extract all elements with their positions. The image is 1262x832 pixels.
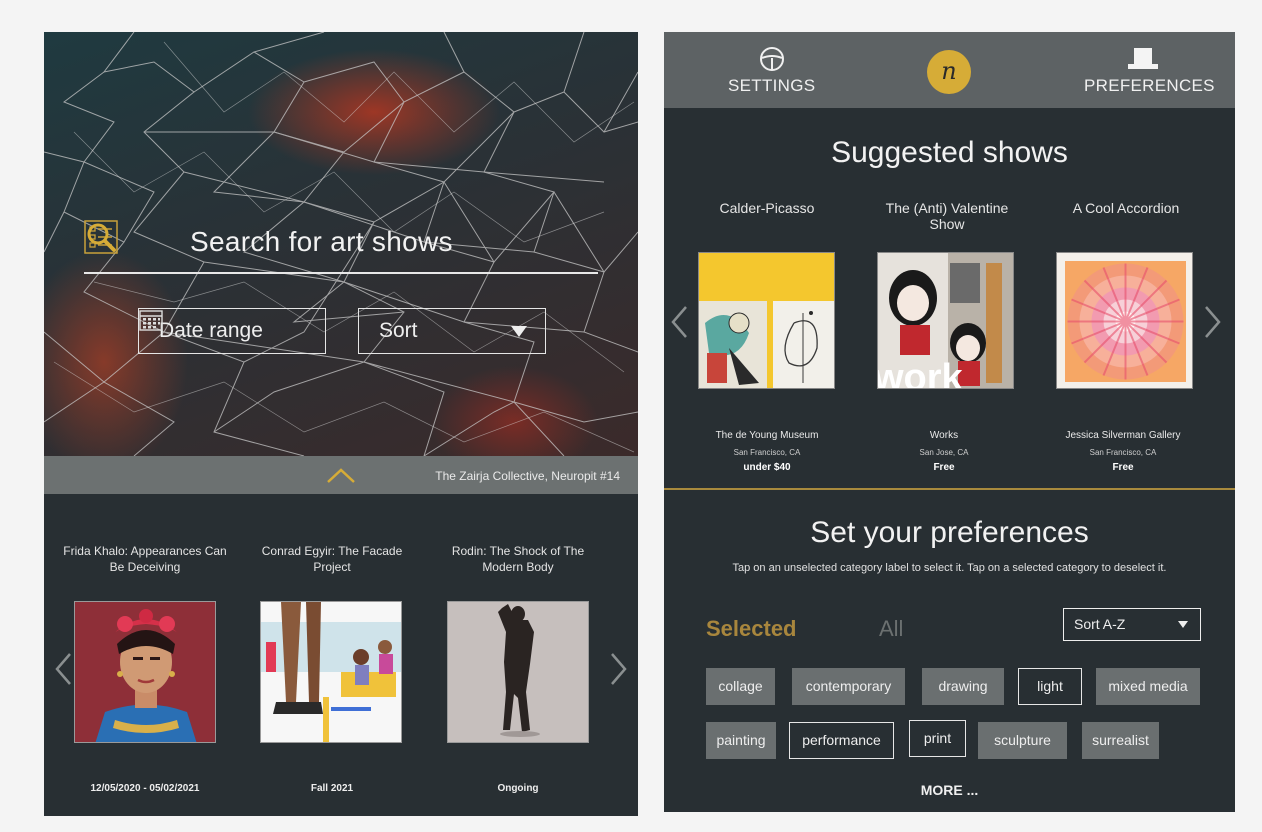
suggested-thumbnail-accordion[interactable]: [1056, 252, 1193, 389]
category-tag-painting[interactable]: painting: [706, 722, 776, 759]
price-label: Free: [1112, 462, 1134, 473]
calendar-icon: [139, 310, 163, 331]
category-tag-performance[interactable]: performance: [789, 722, 894, 759]
category-tag-drawing[interactable]: drawing: [922, 668, 1004, 705]
category-tag-contemporary[interactable]: contemporary: [792, 668, 905, 705]
category-tag-collage[interactable]: collage: [706, 668, 775, 705]
rodin-sculpture-image: [448, 602, 588, 742]
chevron-up-icon[interactable]: [326, 466, 356, 484]
show-thumbnail-rodin[interactable]: [447, 601, 589, 743]
venue-city: San Jose, CA: [919, 448, 969, 457]
venue-name: Jessica Silverman Gallery: [1065, 430, 1181, 441]
steering-wheel-icon[interactable]: [759, 46, 785, 72]
venue-city: San Francisco, CA: [733, 448, 801, 457]
chevron-left-icon[interactable]: [670, 305, 688, 339]
preferences-tab[interactable]: PREFERENCES: [1084, 76, 1215, 96]
hero-artwork: Search for art shows Date range Sort: [44, 32, 638, 456]
suggested-thumbnail-valentine[interactable]: work: [877, 252, 1014, 389]
chevron-left-icon[interactable]: [54, 652, 72, 686]
search-icon[interactable]: [84, 220, 118, 254]
chevron-right-icon[interactable]: [1204, 305, 1222, 339]
egyir-painting-image: [261, 602, 401, 742]
category-tag-sculpture[interactable]: sculpture: [978, 722, 1067, 759]
suggested-show-title[interactable]: The (Anti) Valentine Show: [872, 200, 1022, 232]
tab-all[interactable]: All: [879, 616, 903, 642]
anti-valentine-image: work: [878, 253, 1013, 389]
artwork-credit-bar: The Zairja Collective, Neuropit #14: [44, 456, 638, 494]
sort-az-dropdown[interactable]: Sort A-Z: [1063, 608, 1201, 641]
preferences-heading: Set your preferences: [810, 516, 1089, 549]
artwork-credit: The Zairja Collective, Neuropit #14: [435, 469, 620, 483]
search-screen: Search for art shows Date range Sort The…: [44, 32, 638, 816]
sort-dropdown[interactable]: Sort: [358, 308, 546, 354]
price-label: under $40: [743, 462, 791, 473]
caret-down-icon: [1178, 621, 1188, 628]
venue-city: San Francisco, CA: [1089, 448, 1157, 457]
show-title[interactable]: Frida Khalo: Appearances Can Be Deceivin…: [60, 543, 230, 575]
category-tag-light[interactable]: light: [1018, 668, 1082, 705]
suggested-show-title[interactable]: A Cool Accordion: [1051, 200, 1201, 216]
suggested-shows-heading: Suggested shows: [831, 136, 1068, 169]
more-categories-button[interactable]: MORE ...: [664, 782, 1235, 798]
chevron-right-icon[interactable]: [610, 652, 628, 686]
category-tag-mixed-media[interactable]: mixed media: [1096, 668, 1200, 705]
sort-label: Sort: [379, 319, 418, 342]
category-tag-surrealist[interactable]: surrealist: [1082, 722, 1159, 759]
show-date: Ongoing: [497, 783, 539, 794]
top-hat-icon[interactable]: [1126, 46, 1160, 72]
settings-screen: SETTINGS n PREFERENCES Suggested shows C…: [664, 32, 1235, 812]
caret-down-icon: [511, 326, 527, 337]
calder-picasso-image: [699, 253, 834, 388]
accordion-pattern-image: [1057, 253, 1192, 388]
search-input[interactable]: Search for art shows: [190, 226, 453, 258]
show-title[interactable]: Rodin: The Shock of The Modern Body: [433, 543, 603, 575]
venue-name: The de Young Museum: [715, 430, 819, 441]
section-divider: [664, 488, 1235, 490]
category-tag-print[interactable]: print: [909, 720, 966, 757]
date-range-button[interactable]: Date range: [138, 308, 326, 354]
preferences-instructions: Tap on an unselected category label to s…: [732, 562, 1167, 574]
search-bar[interactable]: Search for art shows: [84, 220, 598, 274]
app-logo[interactable]: n: [927, 50, 971, 94]
show-date: 12/05/2020 - 05/02/2021: [90, 783, 200, 794]
venue-name: Works: [929, 430, 959, 441]
show-thumbnail-frida[interactable]: [74, 601, 216, 743]
tab-selected[interactable]: Selected: [706, 616, 797, 642]
frida-portrait-image: [75, 602, 215, 742]
settings-tab[interactable]: SETTINGS: [728, 76, 815, 96]
suggested-show-title[interactable]: Calder-Picasso: [692, 200, 842, 216]
works-logo-text: work: [878, 357, 964, 389]
show-thumbnail-egyir[interactable]: [260, 601, 402, 743]
show-date: Fall 2021: [310, 783, 354, 794]
top-nav-bar: SETTINGS n PREFERENCES: [664, 32, 1235, 108]
date-range-label: Date range: [159, 319, 263, 342]
price-label: Free: [933, 462, 955, 473]
suggested-thumbnail-calder[interactable]: [698, 252, 835, 389]
sort-az-label: Sort A-Z: [1074, 616, 1126, 632]
show-title[interactable]: Conrad Egyir: The Facade Project: [247, 543, 417, 575]
